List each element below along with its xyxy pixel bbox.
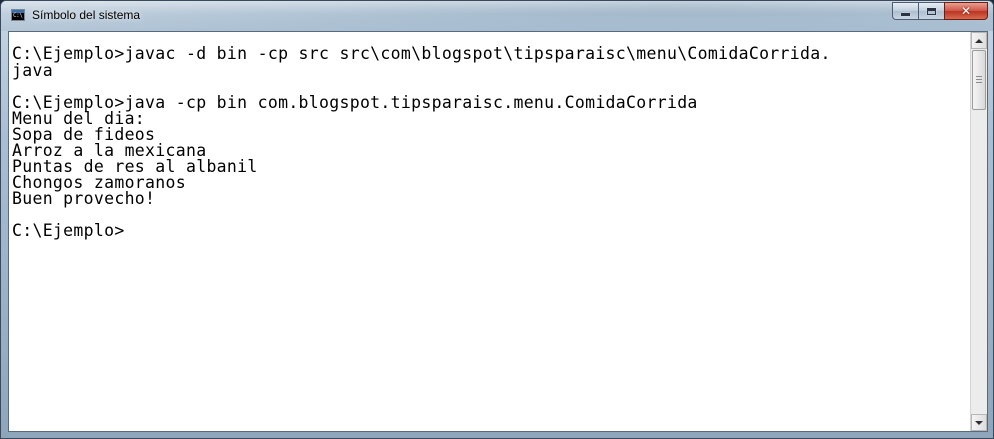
close-button[interactable]: ✕ (944, 2, 988, 20)
console-line: Buen provecho! (12, 189, 156, 208)
console-line: java (12, 61, 53, 80)
maximize-icon (927, 7, 936, 15)
cmd-icon-text: C:\ (13, 12, 23, 19)
window-title: Símbolo del sistema (32, 8, 141, 22)
console-line: C:\Ejemplo>javac -d bin -cp src src\com\… (12, 44, 831, 63)
console-client-area: C:\Ejemplo>javac -d bin -cp src src\com\… (8, 31, 988, 432)
vertical-scrollbar[interactable] (970, 32, 987, 431)
arrow-down-icon (975, 420, 983, 425)
console-output[interactable]: C:\Ejemplo>javac -d bin -cp src src\com\… (9, 32, 971, 431)
maximize-button[interactable] (918, 2, 944, 20)
console-window: C:\ Símbolo del sistema ✕ C:\Ejemplo>jav… (0, 0, 994, 439)
close-icon: ✕ (960, 4, 972, 18)
minimize-icon (901, 12, 910, 16)
grip-line (976, 82, 982, 83)
cmd-icon[interactable]: C:\ (11, 9, 25, 21)
title-bar[interactable]: C:\ Símbolo del sistema ✕ (1, 1, 993, 31)
minimize-button[interactable] (892, 2, 918, 20)
console-line: C:\Ejemplo> (12, 221, 125, 240)
grip-line (976, 76, 982, 77)
scroll-up-button[interactable] (971, 32, 987, 49)
window-controls: ✕ (892, 2, 988, 20)
arrow-up-icon (975, 38, 983, 43)
scrollbar-thumb[interactable] (972, 50, 986, 110)
scroll-down-button[interactable] (971, 414, 987, 431)
grip-line (976, 79, 982, 80)
